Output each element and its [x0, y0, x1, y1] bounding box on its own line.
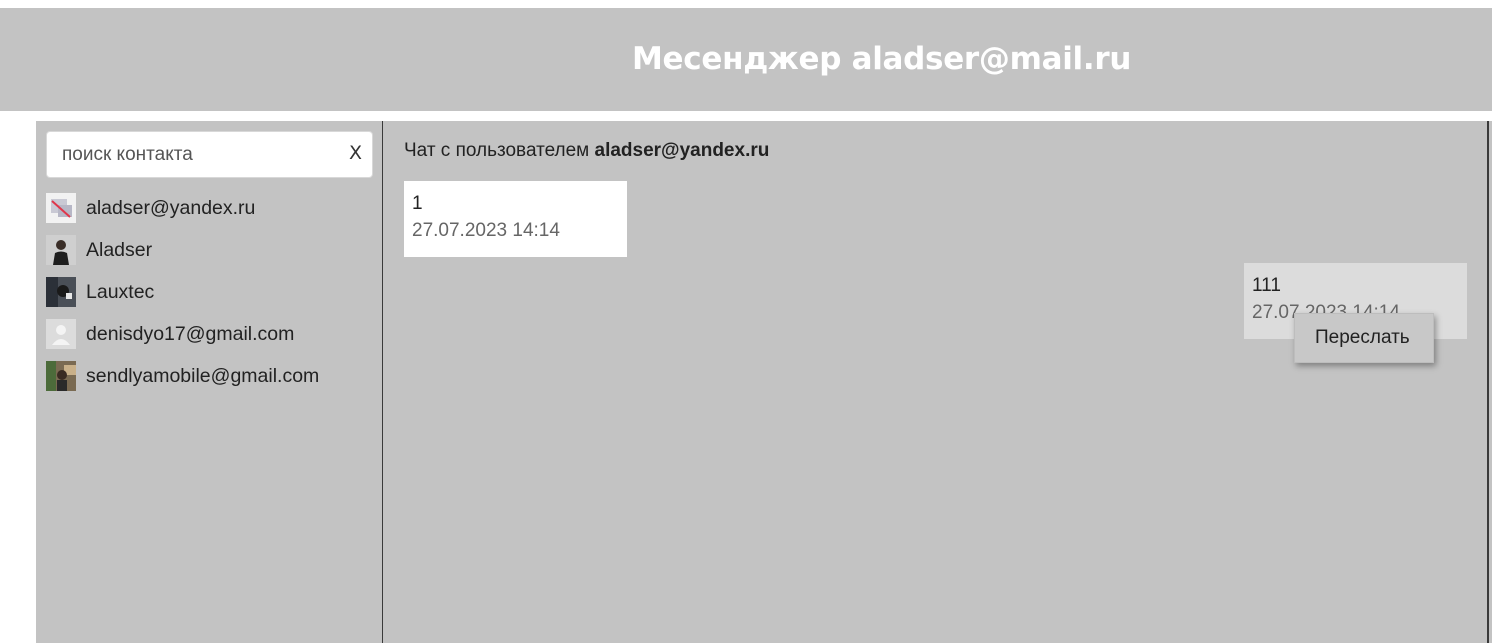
contact-list: aladser@yandex.ru Aladser Lauxtec denisd…: [46, 187, 373, 397]
app-header: Месенджер aladser@mail.ru: [0, 8, 1492, 111]
contact-item[interactable]: denisdyo17@gmail.com: [46, 313, 373, 355]
chat-heading-user: aladser@yandex.ru: [594, 140, 770, 161]
contact-item[interactable]: Aladser: [46, 229, 373, 271]
contact-name: denisdyo17@gmail.com: [86, 322, 295, 345]
contact-name: sendlyamobile@gmail.com: [86, 364, 320, 387]
chat-heading: Чат с пользователем aladser@yandex.ru: [404, 140, 769, 162]
context-menu-forward[interactable]: Переслать: [1294, 313, 1434, 363]
contact-item[interactable]: Lauxtec: [46, 271, 373, 313]
chat-heading-prefix: Чат с пользователем: [404, 140, 590, 161]
user-avatar: [46, 235, 76, 265]
contacts-sidebar: X aladser@yandex.ru: [36, 121, 383, 643]
panel-divider: [1487, 121, 1489, 643]
clear-search-button[interactable]: X: [349, 142, 362, 164]
contact-name: Aladser: [86, 238, 153, 261]
main-panel: X aladser@yandex.ru: [36, 121, 1492, 643]
contact-item[interactable]: sendlyamobile@gmail.com: [46, 355, 373, 397]
page-title: Месенджер aladser@mail.ru: [632, 41, 1132, 77]
message-text: 1: [412, 193, 423, 214]
default-user-icon: [46, 319, 76, 349]
top-strip: [0, 0, 1492, 8]
broken-image-icon: [46, 193, 76, 223]
chat-panel: Чат с пользователем aladser@yandex.ru 1 …: [384, 121, 1488, 643]
message-text: 111: [1252, 275, 1281, 296]
search-input[interactable]: [47, 132, 337, 177]
contact-item[interactable]: aladser@yandex.ru: [46, 187, 373, 229]
contact-name: Lauxtec: [86, 280, 155, 303]
user-avatar: [46, 361, 76, 391]
incoming-message[interactable]: 1 27.07.2023 14:14: [404, 181, 627, 257]
contact-search: X: [46, 131, 373, 178]
message-time: 27.07.2023 14:14: [412, 220, 560, 241]
user-avatar: [46, 277, 76, 307]
contact-name: aladser@yandex.ru: [86, 196, 256, 219]
